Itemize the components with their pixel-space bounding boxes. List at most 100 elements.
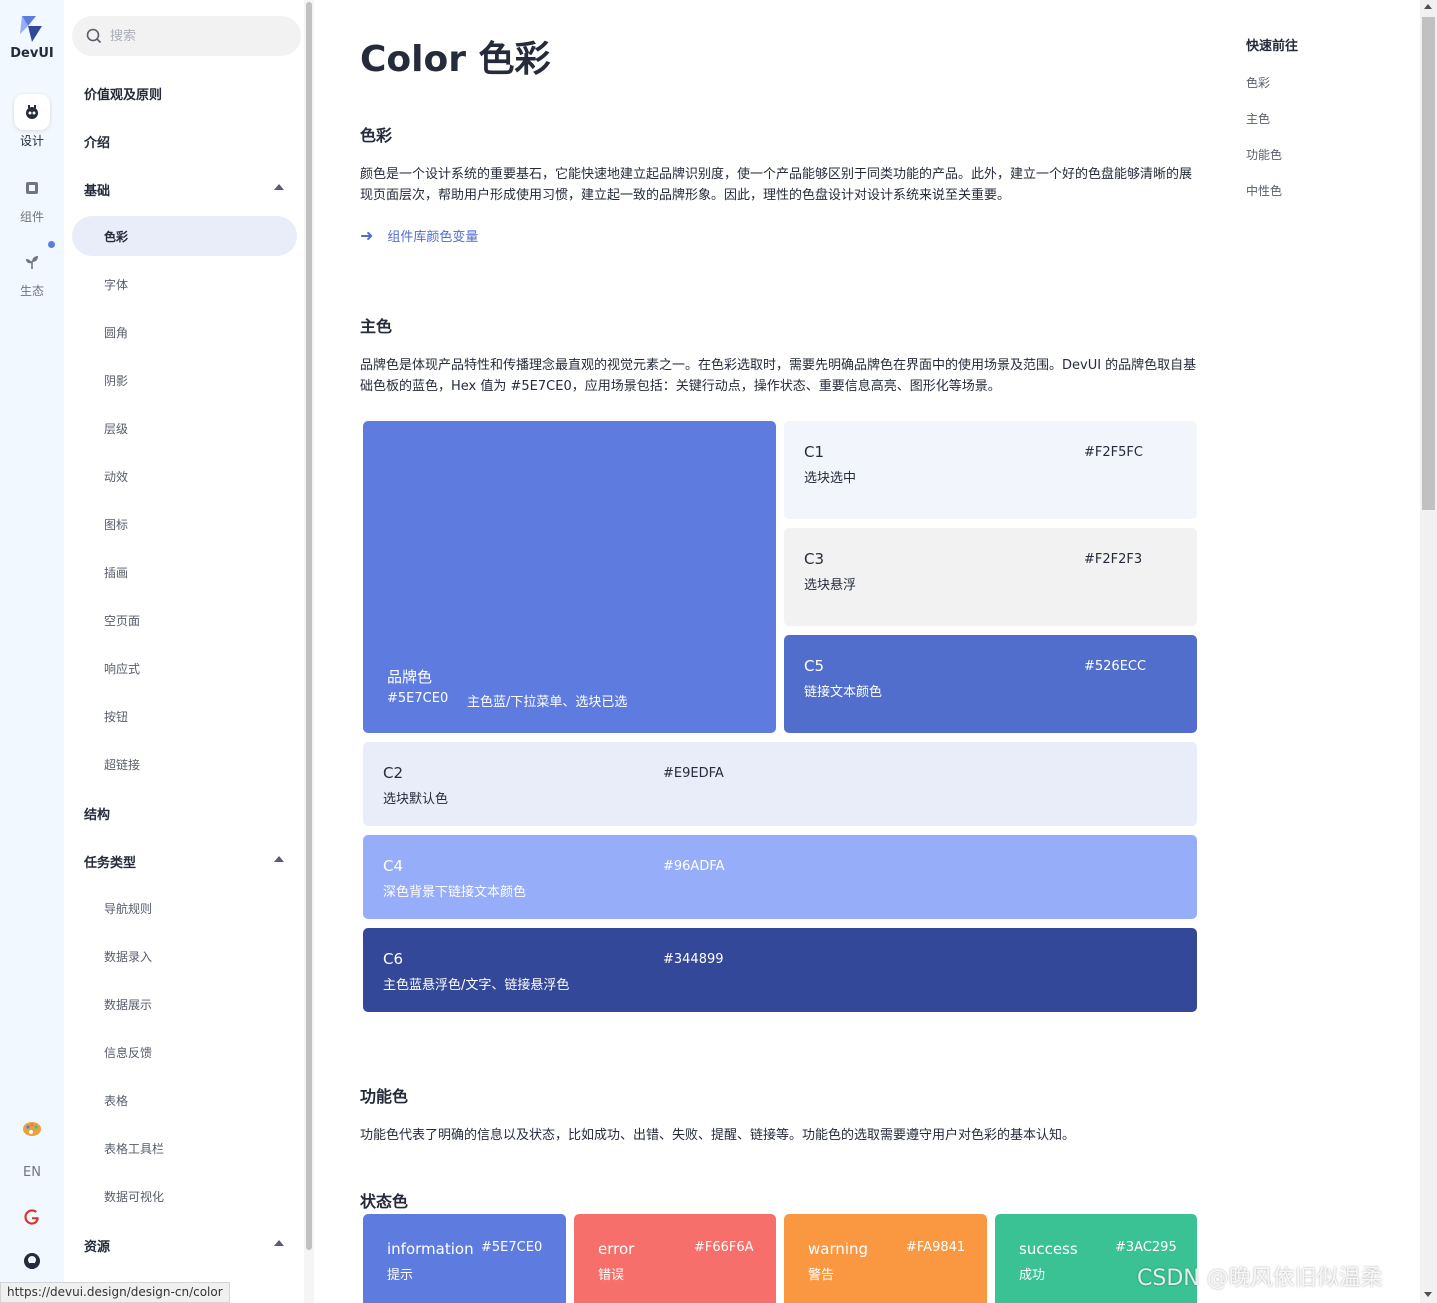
- status-bar-url: https://devui.design/design-cn/color: [0, 1282, 230, 1303]
- nav-item-data-entry[interactable]: 数据录入: [104, 948, 152, 965]
- swatch-desc: 选块悬浮: [804, 578, 857, 593]
- toc-item-color[interactable]: 色彩: [1246, 74, 1270, 91]
- swatch-name: C2: [383, 764, 404, 782]
- link-label: 组件库颜色变量: [387, 230, 479, 245]
- nav-item-illustration[interactable]: 插画: [104, 564, 128, 581]
- swatch-hex: #F66F6A: [694, 1240, 754, 1255]
- nav-scrollbar-thumb[interactable]: [306, 2, 312, 1250]
- palette-icon[interactable]: [0, 1120, 64, 1142]
- search-icon: [86, 28, 102, 44]
- nav-item-radius[interactable]: 圆角: [104, 324, 128, 341]
- swatch-hex: #5E7CE0: [387, 691, 449, 706]
- nav-sidebar: 价值观及原则 介绍 基础 色彩 字体 圆角 阴影 层级 动效 图标 插画 空页面…: [64, 0, 314, 1303]
- nav-group-tasks[interactable]: 任务类型: [84, 852, 136, 871]
- app-root: DevUI 设计 组件 生态 EN 搜索 价值观及原则 介绍 基础 色彩 字体 …: [0, 0, 1437, 1303]
- swatch-c1: C1 #F2F5FC 选块选中: [784, 421, 1197, 519]
- nav-item-empty-page[interactable]: 空页面: [104, 612, 140, 629]
- swatch-desc: 警告: [808, 1268, 835, 1283]
- color-variables-link[interactable]: ➜ 组件库颜色变量: [360, 226, 478, 245]
- swatch-desc: 成功: [1019, 1268, 1046, 1283]
- nav-group-basic[interactable]: 基础: [84, 180, 110, 199]
- nav-group-values[interactable]: 价值观及原则: [84, 84, 162, 103]
- nav-item-table[interactable]: 表格: [104, 1092, 128, 1109]
- watermark: CSDN @晚风依旧似温柔: [1137, 1266, 1383, 1291]
- language-switch[interactable]: EN: [0, 1165, 64, 1180]
- nav-item-zindex[interactable]: 层级: [104, 420, 128, 437]
- rail-item-label: 组件: [19, 210, 44, 224]
- swatch-hex: #F2F2F3: [1084, 552, 1143, 567]
- rail-item-ecology[interactable]: 生态: [0, 244, 64, 299]
- nav-item-navigation-rules[interactable]: 导航规则: [104, 900, 152, 917]
- nav-item-icons[interactable]: 图标: [104, 516, 128, 533]
- page-scrollbar-thumb[interactable]: [1422, 17, 1435, 510]
- swatch-name: C5: [804, 657, 825, 675]
- nav-item-data-viz[interactable]: 数据可视化: [104, 1188, 164, 1205]
- toc-item-neutral[interactable]: 中性色: [1246, 182, 1282, 199]
- swatch-name: error: [598, 1240, 635, 1258]
- nav-scrollbar[interactable]: [304, 0, 314, 1303]
- scroll-up-icon[interactable]: [1424, 4, 1432, 9]
- swatch-name: information: [387, 1240, 474, 1258]
- swatch-hex: #5E7CE0: [481, 1240, 543, 1255]
- collapse-caret-icon[interactable]: [274, 184, 284, 190]
- nav-group-structure[interactable]: 结构: [84, 804, 110, 823]
- swatch-desc: 选块选中: [804, 471, 857, 486]
- swatch-hex: #526ECC: [1084, 659, 1147, 674]
- swatch-hex: #F2F5FC: [1084, 445, 1143, 460]
- left-rail: DevUI 设计 组件 生态 EN: [0, 0, 64, 1303]
- nav-item-table-toolbar[interactable]: 表格工具栏: [104, 1140, 164, 1157]
- swatch-name: C6: [383, 950, 404, 968]
- main-content: Color 色彩 色彩 颜色是一个设计系统的重要基石，它能快速地建立起品牌识别度…: [314, 0, 1214, 1303]
- rail-item-design[interactable]: 设计: [0, 94, 64, 149]
- nav-item-feedback[interactable]: 信息反馈: [104, 1044, 152, 1061]
- rail-item-components[interactable]: 组件: [0, 170, 64, 225]
- toc-item-primary[interactable]: 主色: [1246, 110, 1270, 127]
- nav-item-font[interactable]: 字体: [104, 276, 128, 293]
- google-icon[interactable]: [0, 1208, 64, 1230]
- swatch-desc: 链接文本颜色: [804, 685, 883, 700]
- collapse-caret-icon[interactable]: [274, 856, 284, 862]
- github-icon[interactable]: [0, 1252, 64, 1274]
- swatch-c2: C2 #E9EDFA 选块默认色: [363, 742, 1197, 826]
- swatch-name: 品牌色: [387, 668, 433, 686]
- status-swatch-warning: warning #FA9841 警告: [784, 1214, 987, 1303]
- nav-item-shadow[interactable]: 阴影: [104, 372, 128, 389]
- swatch-hex: #E9EDFA: [663, 766, 724, 781]
- swatch-name: C1: [804, 443, 825, 461]
- status-swatch-error: error #F66F6A 错误: [574, 1214, 776, 1303]
- search-input[interactable]: [110, 28, 280, 44]
- design-bot-icon: [14, 94, 50, 130]
- nav-item-responsive[interactable]: 响应式: [104, 660, 140, 677]
- section-heading-status: 状态色: [360, 1192, 409, 1211]
- component-icon: [14, 170, 50, 206]
- nav-item-data-display[interactable]: 数据展示: [104, 996, 152, 1013]
- devui-logo[interactable]: DevUI: [0, 14, 64, 61]
- nav-group-resources[interactable]: 资源: [84, 1236, 110, 1255]
- arrow-right-icon: ➜: [360, 226, 374, 245]
- function-description: 功能色代表了明确的信息以及状态，比如成功、出错、失败、提醒、链接等。功能色的选取…: [360, 1128, 1076, 1143]
- swatch-desc: 深色背景下链接文本颜色: [383, 885, 527, 900]
- section-heading-function: 功能色: [360, 1087, 409, 1106]
- swatch-name: C3: [804, 550, 825, 568]
- quick-nav-title: 快速前往: [1246, 39, 1299, 54]
- swatch-hex: #3AC295: [1115, 1240, 1177, 1255]
- swatch-brand: 品牌色 #5E7CE0 主色蓝/下拉菜单、选块已选: [363, 421, 776, 733]
- toc-item-function[interactable]: 功能色: [1246, 146, 1282, 163]
- nav-group-intro[interactable]: 介绍: [84, 132, 110, 151]
- swatch-hex: #344899: [663, 952, 724, 967]
- search-box[interactable]: [72, 16, 301, 56]
- nav-item-hyperlink[interactable]: 超链接: [104, 756, 140, 773]
- color-description: 颜色是一个设计系统的重要基石，它能快速地建立起品牌识别度，使一个产品能够区别于同…: [360, 167, 1193, 203]
- collapse-caret-icon[interactable]: [274, 1240, 284, 1246]
- nav-item-color[interactable]: 色彩: [104, 228, 128, 245]
- rail-item-label: 设计: [19, 134, 44, 148]
- swatch-c6: C6 #344899 主色蓝悬浮色/文字、链接悬浮色: [363, 928, 1197, 1012]
- nav-item-motion[interactable]: 动效: [104, 468, 128, 485]
- scroll-down-icon[interactable]: [1424, 1292, 1432, 1297]
- page-scrollbar[interactable]: [1420, 0, 1437, 1303]
- brand-name: DevUI: [10, 46, 54, 61]
- swatch-desc: 选块默认色: [383, 792, 449, 807]
- section-heading-primary: 主色: [360, 317, 393, 336]
- nav-item-button[interactable]: 按钮: [104, 708, 128, 725]
- swatch-c5: C5 #526ECC 链接文本颜色: [784, 635, 1197, 733]
